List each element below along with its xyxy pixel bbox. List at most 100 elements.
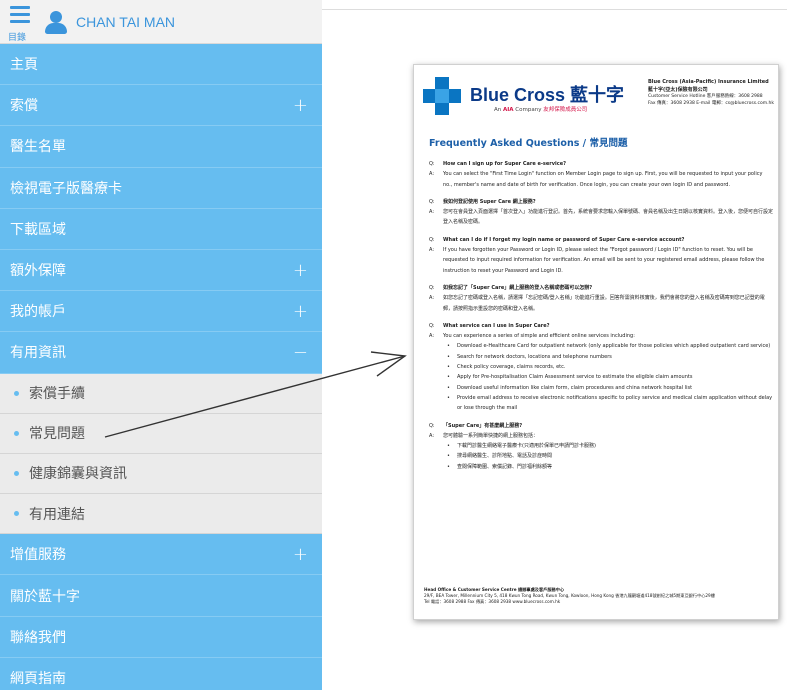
nav-label: 我的帳戶 (10, 304, 66, 321)
faq-bullet: 查閱保障範圍、索償記錄、門診福利餘額等 (447, 462, 773, 473)
sidebar: 目錄 CHAN TAI MAN 主頁 索償 + 醫生名單 檢視電子版醫療卡 下載… (0, 0, 322, 690)
faq-bullet: Download useful information like claim f… (447, 383, 773, 394)
nav-extra-protection[interactable]: 額外保障 + (0, 250, 322, 292)
faq-item: Q: What service can I use in Super Care? … (429, 321, 773, 414)
nav-home[interactable]: 主頁 (0, 44, 322, 86)
a-marker: A: (429, 295, 435, 302)
nav-label: 增值服務 (10, 547, 66, 564)
nav-label: 額外保障 (10, 263, 66, 280)
plus-icon[interactable]: + (293, 544, 308, 565)
nav-label: 關於藍十字 (10, 588, 80, 605)
a-marker: A: (429, 432, 435, 439)
nav-label: 主頁 (10, 57, 38, 74)
q-marker: Q: (429, 322, 435, 329)
sub-item-faq[interactable]: 常見問題 (0, 413, 322, 454)
faq-item: Q: 如我忘記了「Super Care」網上服務的登入名稱或密碼可以怎辦? A: 如… (429, 283, 773, 314)
logo-cross-center (435, 89, 449, 103)
faq-question: 如我忘記了「Super Care」網上服務的登入名稱或密碼可以怎辦? (443, 284, 593, 291)
nav-useful-info[interactable]: 有用資訊 − (0, 332, 322, 374)
minus-icon[interactable]: − (293, 342, 308, 363)
hamburger-icon-line (10, 12, 30, 16)
a-marker: A: (429, 209, 435, 216)
faq-bullet: Search for network doctors, locations an… (447, 352, 773, 363)
sub-item-useful-links[interactable]: 有用連結 (0, 494, 322, 535)
brand-subtitle: An AIA Company 友邦保險成員公司 (494, 105, 587, 113)
faq-item: Q: What can I do if I forget my login nam… (429, 235, 773, 276)
plus-icon[interactable]: + (293, 95, 308, 116)
arrow-head (370, 351, 407, 377)
footer-contact: Tel 電話：3608 2988 Fax 傳真：3608 2938 www.bl… (424, 599, 561, 604)
faq-body: Q: How can I sign up for Super Care e-ser… (429, 159, 773, 479)
nav-label: 醫生名單 (10, 139, 66, 156)
faq-question: 我如何登記使用 Super Care 網上服務? (443, 198, 536, 205)
blue-cross-logo-icon (423, 77, 461, 115)
bullet-icon (14, 511, 19, 517)
top-bar: 目錄 CHAN TAI MAN (0, 0, 322, 44)
menu-label: 目錄 (8, 32, 27, 43)
sub-item-label: 健康錦囊與資訊 (29, 466, 127, 483)
plus-icon[interactable]: + (293, 260, 308, 281)
hamburger-icon (10, 5, 30, 9)
faq-question: What can I do if I forget my login name … (443, 236, 685, 243)
nav-claims[interactable]: 索償 + (0, 85, 322, 127)
user-icon-head (50, 10, 62, 23)
nav-site-guide[interactable]: 網頁指南 (0, 658, 322, 690)
faq-question: 「Super Care」有甚麼網上服務? (443, 422, 523, 429)
brand-sub-aia: AIA (503, 107, 514, 113)
company-hotline: Customer Service Hotline 客戶服務熱線：3608 298… (648, 94, 763, 99)
nav-label: 聯絡我們 (10, 629, 66, 646)
faq-answer: You can experience a series of simple an… (443, 333, 635, 340)
sub-item-label: 常見問題 (29, 426, 85, 443)
hamburger-icon-line (10, 19, 30, 23)
faq-answer: 您可在會員登入頁面選擇「首次登入」功能進行登記。首先，系統會要求您輸入保單號碼、… (443, 209, 774, 226)
q-marker: Q: (429, 161, 435, 167)
faq-question: What service can I use in Super Care? (443, 322, 550, 329)
sub-item-claim-procedures[interactable]: 索償手續 (0, 373, 322, 414)
q-marker: Q: (429, 422, 435, 429)
sub-item-health-tips[interactable]: 健康錦囊與資訊 (0, 453, 322, 495)
brand-sub-cn: 友邦保險成員公司 (543, 107, 588, 113)
nav-label: 索償 (10, 98, 38, 115)
user-name: CHAN TAI MAN (76, 13, 176, 30)
sub-item-label: 索償手續 (29, 386, 85, 403)
bullet-icon (14, 470, 19, 476)
bullet-icon (14, 430, 19, 436)
faq-document: Blue Cross 藍十字 An AIA Company 友邦保險成員公司 B… (413, 64, 779, 620)
sub-item-label: 有用連結 (29, 506, 85, 523)
faq-bullet: Download e-Healthcare Card for outpatien… (447, 341, 773, 352)
nav-my-account[interactable]: 我的帳戶 + (0, 291, 322, 333)
faq-answer: 您可體驗一系列簡單快捷的網上服務包括： (443, 432, 539, 439)
faq-answer: You can select the "First Time Login" fu… (443, 171, 763, 188)
a-marker: A: (429, 247, 435, 254)
brand-sub-mid: Company (513, 107, 544, 113)
company-info: Blue Cross (Asia-Pacific) Insurance Limi… (648, 79, 776, 108)
a-marker: A: (429, 333, 435, 340)
plus-icon[interactable]: + (293, 301, 308, 322)
q-marker: Q: (429, 236, 435, 243)
nav-about[interactable]: 關於藍十字 (0, 575, 322, 617)
nav-label: 下載區域 (10, 221, 66, 238)
faq-bullet: Provide email address to receive electro… (447, 393, 773, 414)
nav-label: 檢視電子版醫療卡 (10, 180, 122, 197)
nav-contact-us[interactable]: 聯絡我們 (0, 617, 322, 658)
nav-e-card[interactable]: 檢視電子版醫療卡 (0, 168, 322, 209)
user-icon (44, 10, 68, 34)
nav-value-added-services[interactable]: 增值服務 + (0, 534, 322, 576)
faq-question: How can I sign up for Super Care e-servi… (443, 161, 566, 167)
faq-bullet: Apply for Pre-hospitalisation Claim Asse… (447, 372, 773, 383)
faq-title: Frequently Asked Questions / 常見問題 (429, 138, 628, 149)
faq-bullet: Check policy coverage, claims records, e… (447, 362, 773, 373)
menu-button[interactable]: 目錄 (0, 0, 40, 44)
brand-name: Blue Cross 藍十字 (470, 85, 625, 105)
divider-line (322, 9, 787, 10)
nav-doctor-list[interactable]: 醫生名單 (0, 126, 322, 168)
nav-label: 有用資訊 (10, 345, 66, 362)
faq-item: Q: 「Super Care」有甚麼網上服務? A: 您可體驗一系列簡單快捷的網上服… (429, 421, 773, 473)
brand-sub-prefix: An (494, 107, 503, 113)
faq-answer: 如您忘記了密碼或登入名稱，請選擇「忘記密碼/登入名稱」功能進行重設。回答所需資料… (443, 295, 765, 312)
faq-answer: If you have forgotten your Password or L… (443, 247, 765, 274)
company-name-cn: 藍十字(亞太)保險有限公司 (648, 86, 708, 93)
faq-bullet: 下載門診醫生網絡電子醫療卡(只適用於保單已申請門診卡服務) (447, 441, 773, 452)
document-footer: Head Office & Customer Service Centre 總辦… (424, 587, 774, 605)
nav-downloads[interactable]: 下載區域 (0, 209, 322, 250)
